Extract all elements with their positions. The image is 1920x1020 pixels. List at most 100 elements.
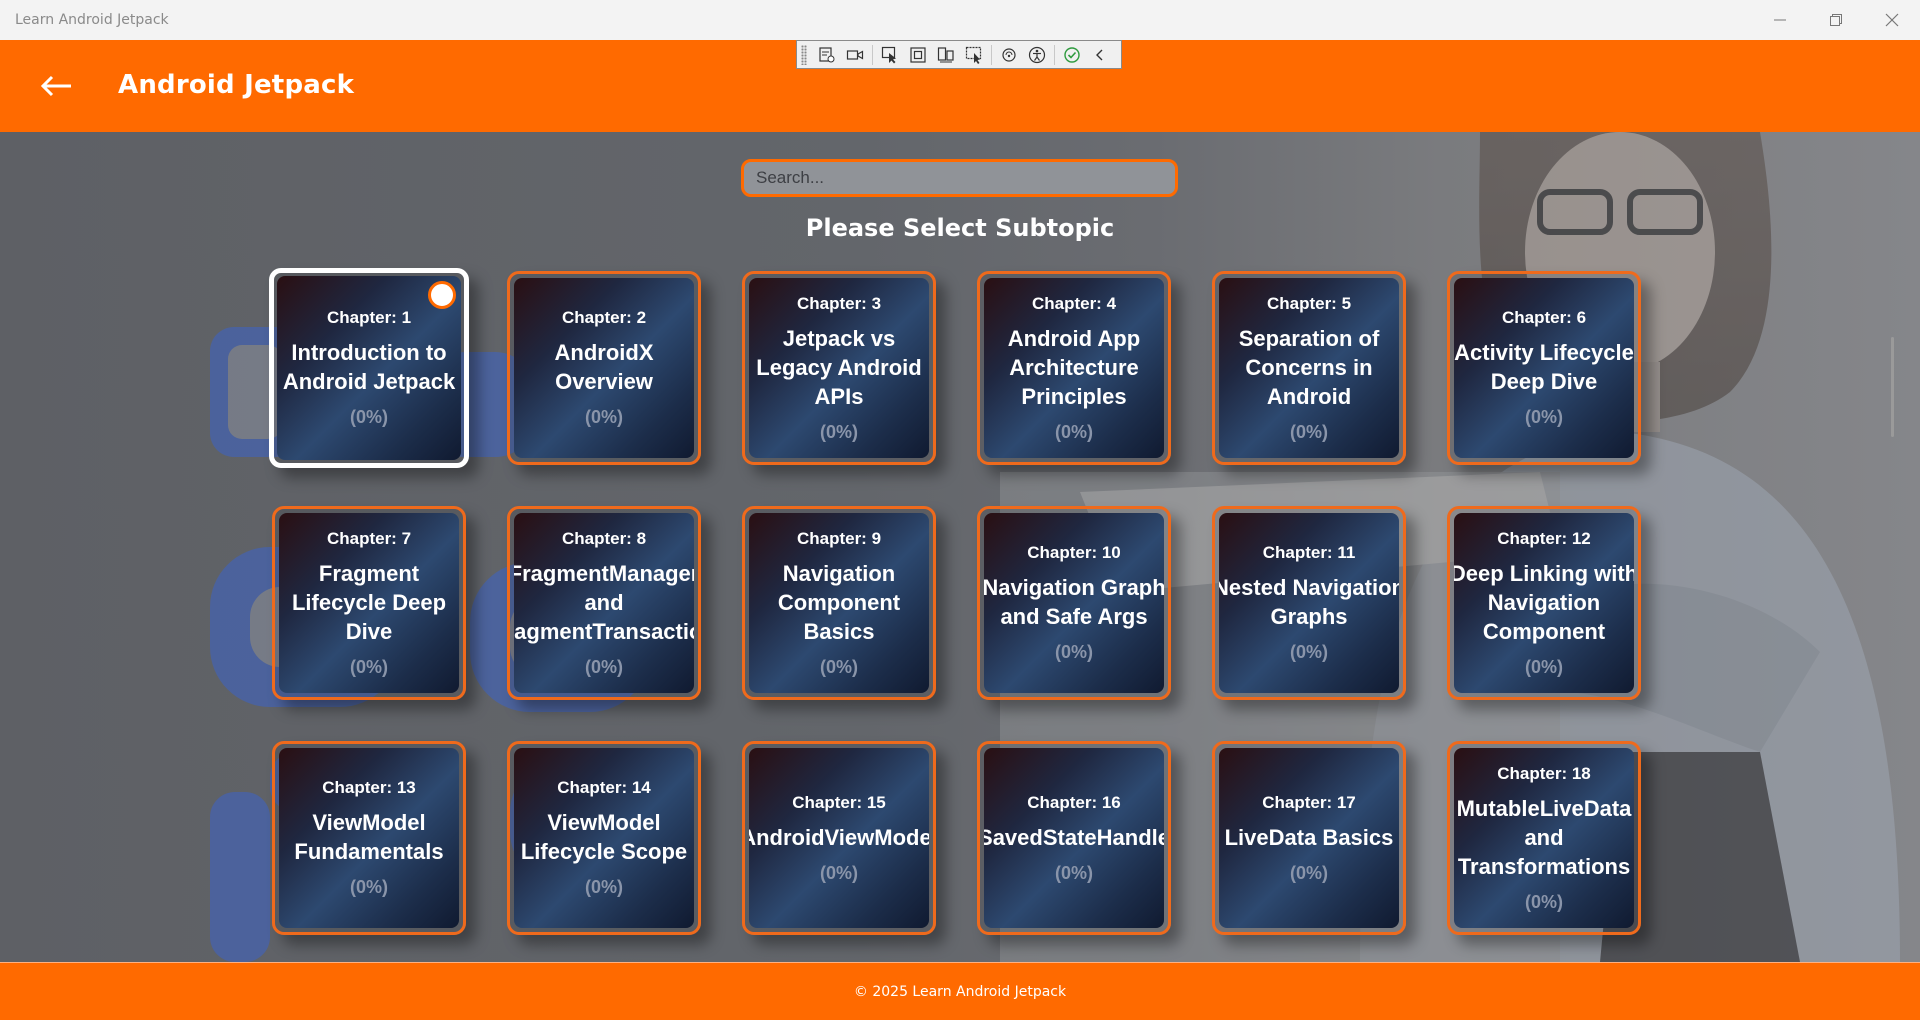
chapter-title-line: Android App <box>1007 325 1141 351</box>
window-controls <box>1752 0 1920 40</box>
chapter-progress: (0%) <box>1054 642 1093 662</box>
chapter-number: Chapter: 8 <box>561 528 647 548</box>
chapter-card[interactable]: Chapter: 16 SavedStateHandle (0%) <box>977 741 1171 935</box>
chapter-card-body: Chapter: 16 SavedStateHandle (0%) <box>984 748 1164 928</box>
chapter-card[interactable]: Chapter: 1 Introduction to Android Jetpack… <box>269 268 469 468</box>
chapter-card-body: Chapter: 17 LiveData Basics (0%) <box>1219 748 1399 928</box>
chapter-number: Chapter: 17 <box>1262 792 1356 812</box>
binding-failures-button[interactable] <box>995 43 1023 67</box>
chapter-number: Chapter: 6 <box>1501 308 1587 327</box>
track-focus-button[interactable] <box>932 43 960 67</box>
live-visual-tree-icon <box>819 46 835 62</box>
chapter-card[interactable]: Chapter: 15 AndroidViewModel (0%) <box>742 741 936 935</box>
chapter-card[interactable]: Chapter: 2 AndroidX Overview (0%) <box>507 271 701 465</box>
select-element-icon <box>881 46 896 63</box>
debug-toolbar <box>796 40 1122 69</box>
chapter-card[interactable]: Chapter: 17 LiveData Basics (0%) <box>1212 741 1406 935</box>
restore-button[interactable] <box>1808 0 1864 40</box>
chapter-progress: (0%) <box>1524 407 1563 427</box>
chapter-title-line: and Safe Args <box>1000 604 1148 629</box>
chapter-card[interactable]: Chapter: 4 Android App Architecture Princip… <box>977 271 1171 465</box>
window-title: Learn Android Jetpack <box>15 12 169 28</box>
chapter-progress: (0%) <box>1054 862 1093 883</box>
window-title-bar: Learn Android Jetpack <box>0 0 1920 40</box>
chapter-card[interactable]: Chapter: 5 Separation of Concerns in Androi… <box>1212 271 1406 465</box>
live-visual-tree-button[interactable] <box>813 43 841 67</box>
chapter-card-body: Chapter: 9 Navigation Component Basics (0%) <box>749 513 929 693</box>
chapter-title-line: Android Jetpack <box>282 369 456 394</box>
chapter-card[interactable]: Chapter: 9 Navigation Component Basics (0%) <box>742 506 936 700</box>
collapse-icon <box>1096 49 1103 60</box>
main-content: Please Select Subtopic Chapter: 1Introdu… <box>0 132 1920 962</box>
chapter-title-line: Dive <box>345 618 393 644</box>
chapter-card[interactable]: Chapter: 12 Deep Linking with Navigation Co… <box>1447 506 1641 700</box>
chapter-card-body: Chapter: 4 Android App Architecture Princip… <box>984 278 1164 458</box>
chapter-title-line: Transformations <box>1457 853 1631 879</box>
chapter-card[interactable]: Chapter: 14 ViewModel Lifecycle Scope (0%) <box>507 741 701 935</box>
chapter-progress: (0%) <box>1289 862 1328 883</box>
chapter-title-line: and <box>584 589 624 615</box>
video-icon <box>846 49 864 60</box>
chapter-card-body: Chapter: 10 Navigation Graph and Safe Args… <box>984 513 1164 693</box>
chapter-card-body: Chapter: 18 MutableLiveData and Transformat… <box>1454 748 1634 928</box>
chapter-number: Chapter: 13 <box>322 778 416 797</box>
chapter-card[interactable]: Chapter: 8 FragmentManager and FragmentTran… <box>507 506 701 700</box>
hot-reload-status-button[interactable] <box>1058 43 1086 67</box>
chapter-number: Chapter: 3 <box>796 293 882 313</box>
chapter-title-line: Deep Dive <box>1490 369 1598 394</box>
chapter-title-line: Android <box>1266 383 1352 409</box>
selected-radio-indicator[interactable] <box>428 281 456 309</box>
chapter-title-line: ViewModel <box>312 810 426 835</box>
toolbar-separator <box>991 44 992 65</box>
chapter-card[interactable]: Chapter: 10 Navigation Graph and Safe Args… <box>977 506 1171 700</box>
chapter-card-body: Chapter: 14 ViewModel Lifecycle Scope (0%) <box>514 748 694 928</box>
chapter-card[interactable]: Chapter: 7 Fragment Lifecycle Deep Dive (0%) <box>272 506 466 700</box>
chapter-title-line: Legacy Android <box>756 354 922 380</box>
close-button[interactable] <box>1864 0 1920 40</box>
toolbar-grip[interactable] <box>801 44 807 65</box>
chapter-title-line: Navigation <box>1487 589 1601 615</box>
chapter-number: Chapter: 5 <box>1266 293 1352 313</box>
minimize-button[interactable] <box>1752 0 1808 40</box>
chapter-card[interactable]: Chapter: 18 MutableLiveData and Transformat… <box>1447 741 1641 935</box>
chapter-card-body: Chapter: 2 AndroidX Overview (0%) <box>514 278 694 458</box>
chapter-number: Chapter: 15 <box>792 792 886 812</box>
chapter-title-line: AndroidX <box>554 340 654 365</box>
track-focus-icon <box>937 46 954 62</box>
chapter-progress: (0%) <box>1054 421 1093 442</box>
chapter-title-line: FragmentTransaction <box>514 618 694 644</box>
toolbar-separator <box>872 44 873 65</box>
chapter-progress: (0%) <box>819 656 858 677</box>
chapter-title-line: Lifecycle Deep <box>291 589 447 615</box>
record-button[interactable] <box>841 43 869 67</box>
chapter-number: Chapter: 2 <box>561 308 647 327</box>
accessibility-button[interactable] <box>1023 43 1051 67</box>
chapter-progress: (0%) <box>819 421 858 442</box>
chapter-card[interactable]: Chapter: 13 ViewModel Fundamentals (0%) <box>272 741 466 935</box>
chapter-progress: (0%) <box>584 877 623 897</box>
chapter-number: Chapter: 18 <box>1497 763 1591 783</box>
chapter-card[interactable]: Chapter: 6 Activity Lifecycle Deep Dive (0%… <box>1447 271 1641 465</box>
vertical-scrollbar[interactable] <box>1891 337 1894 437</box>
chapter-card[interactable]: Chapter: 3 Jetpack vs Legacy Android APIs (0… <box>742 271 936 465</box>
chapter-card-body: Chapter: 12 Deep Linking with Navigation Co… <box>1454 513 1634 693</box>
chapter-title-line: Component <box>1482 618 1606 644</box>
chapter-title-line: Component <box>777 589 901 615</box>
collapse-toolbar-button[interactable] <box>1086 43 1114 67</box>
chapter-card-body: Chapter: 13 ViewModel Fundamentals (0%) <box>279 748 459 928</box>
chapter-title-line: Separation of <box>1238 325 1380 351</box>
chapter-progress: (0%) <box>349 407 388 427</box>
chapter-title-line: Overview <box>555 369 653 394</box>
chapter-title-line: Introduction to <box>291 340 447 365</box>
chapter-number: Chapter: 12 <box>1497 528 1591 548</box>
display-layout-adorners-icon <box>910 46 926 63</box>
chapter-title-line: Basics <box>803 618 875 644</box>
page-title: Android Jetpack <box>118 70 355 100</box>
select-element-button[interactable] <box>876 43 904 67</box>
chapter-card-body: Chapter: 8 FragmentManager and FragmentTran… <box>514 513 694 693</box>
preview-selection-button[interactable] <box>960 43 988 67</box>
layout-adorners-button[interactable] <box>904 43 932 67</box>
back-button[interactable] <box>36 66 76 106</box>
preview-selection-icon <box>965 46 982 64</box>
chapter-card[interactable]: Chapter: 11 Nested Navigation Graphs (0%) <box>1212 506 1406 700</box>
